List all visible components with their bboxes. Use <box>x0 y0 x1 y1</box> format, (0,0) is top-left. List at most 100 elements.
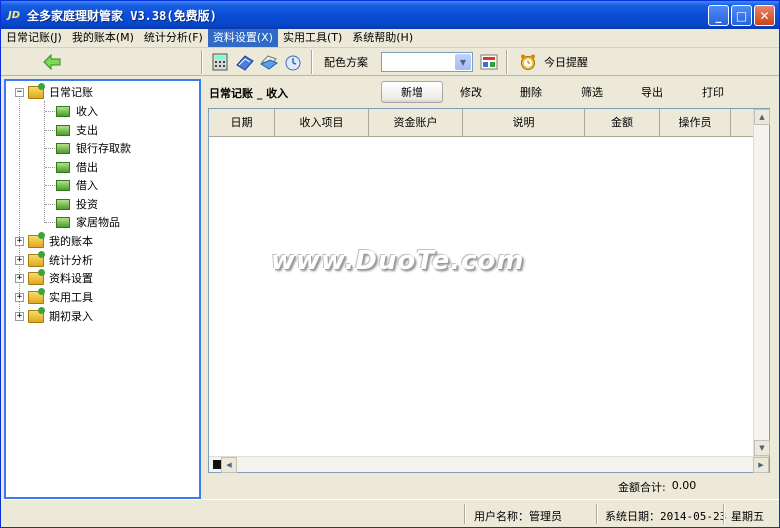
calculator-icon[interactable] <box>210 52 230 72</box>
folder-icon <box>28 287 45 304</box>
color-scheme-select[interactable]: ▼ <box>381 52 473 72</box>
today-reminder-button[interactable]: 今日提醒 <box>544 54 588 70</box>
column-header-note[interactable]: 说明 <box>463 109 585 137</box>
column-header-amount[interactable]: 金额 <box>585 109 660 137</box>
vertical-scrollbar[interactable]: ▲ ▼ <box>753 109 770 456</box>
close-button[interactable]: ✕ <box>754 5 775 26</box>
breadcrumb: 日常记账 _ 收入 <box>209 87 289 100</box>
maximize-button[interactable]: □ <box>731 5 752 26</box>
tree-item-label: 日常记账 <box>49 86 93 99</box>
status-bar: 用户名称：管理员 系统日期：2014-05-23 星期五 <box>1 499 779 527</box>
menu-accounts[interactable]: 我的账本(M) <box>67 29 139 47</box>
toolbar-separator <box>201 50 203 74</box>
expand-icon[interactable]: + <box>15 255 24 265</box>
menu-stats[interactable]: 统计分析(F) <box>139 29 208 47</box>
menu-settings[interactable]: 资料设置(X) <box>207 29 278 47</box>
alarm-clock-icon[interactable] <box>518 52 538 72</box>
tree-item-stats[interactable]: + 统计分析 <box>15 250 93 269</box>
column-header-date[interactable]: 日期 <box>209 109 275 137</box>
tree-item-bank[interactable]: 银行存取款 <box>56 139 131 157</box>
leaf-icon <box>56 179 70 191</box>
filter-button[interactable]: 筛选 <box>574 81 610 103</box>
total-label: 金额合计: <box>618 481 666 494</box>
column-header-account[interactable]: 资金账户 <box>369 109 463 137</box>
tree-item-invest[interactable]: 投资 <box>56 195 98 213</box>
tree-item-daily[interactable]: − 日常记账 <box>15 82 93 101</box>
scroll-right-icon[interactable]: ▶ <box>753 457 769 473</box>
leaf-icon <box>56 105 70 117</box>
app-icon: JD <box>7 9 21 21</box>
tree-item-income[interactable]: 收入 <box>56 102 98 120</box>
tree-item-expense[interactable]: 支出 <box>56 121 98 139</box>
nav-tree: − 日常记账 收入 支出 银行存取款 借出 借入 投资 家居物品 + 我的账本 … <box>4 79 201 499</box>
window-title: 全多家庭理财管家 V3.38(免费版) <box>27 8 217 23</box>
status-user: 用户名称：管理员 <box>474 510 562 523</box>
tree-item-label: 银行存取款 <box>76 142 131 155</box>
column-header-filler <box>731 109 755 137</box>
leaf-icon <box>56 216 70 228</box>
printer-icon[interactable] <box>259 52 279 72</box>
toolbar-separator <box>506 50 508 74</box>
expand-icon[interactable]: + <box>15 273 24 283</box>
tree-item-tools[interactable]: + 实用工具 <box>15 287 93 306</box>
tree-item-accounts[interactable]: + 我的账本 <box>15 231 93 250</box>
back-arrow-icon[interactable] <box>41 52 63 72</box>
chevron-down-icon[interactable]: ▼ <box>455 54 471 70</box>
menu-tools[interactable]: 实用工具(T) <box>278 29 347 47</box>
tree-item-label: 我的账本 <box>49 235 93 248</box>
status-separator <box>464 504 466 524</box>
tree-item-opening[interactable]: + 期初录入 <box>15 306 93 325</box>
tree-item-label: 统计分析 <box>49 254 93 267</box>
expand-icon[interactable]: + <box>15 292 24 302</box>
leaf-icon <box>56 124 70 136</box>
income-table[interactable]: 日期 收入项目 资金账户 说明 金额 操作员 ▲ ▼ ◀ ▶ <box>208 108 770 473</box>
column-header-operator[interactable]: 操作员 <box>660 109 731 137</box>
scroll-left-icon[interactable]: ◀ <box>221 457 237 473</box>
tree-item-settings[interactable]: + 资料设置 <box>15 268 93 287</box>
tree-item-household[interactable]: 家居物品 <box>56 213 120 231</box>
notebook-icon[interactable] <box>235 52 255 72</box>
tree-item-lend[interactable]: 借出 <box>56 158 98 176</box>
scroll-down-icon[interactable]: ▼ <box>754 440 770 456</box>
menu-daily[interactable]: 日常记账(J) <box>1 29 67 47</box>
status-separator <box>723 504 725 524</box>
tree-item-label: 收入 <box>76 105 98 118</box>
edit-button[interactable]: 修改 <box>453 81 489 103</box>
tree-item-label: 借出 <box>76 161 98 174</box>
content-header: 日常记账 _ 收入 新增 修改 删除 筛选 导出 打印 <box>205 79 779 105</box>
scroll-up-icon[interactable]: ▲ <box>754 109 770 125</box>
horizontal-scrollbar[interactable]: ◀ ▶ <box>209 456 769 473</box>
title-bar[interactable]: JD 全多家庭理财管家 V3.38(免费版) _ □ ✕ <box>1 1 779 29</box>
tree-item-borrow[interactable]: 借入 <box>56 176 98 194</box>
folder-icon <box>28 82 45 99</box>
tree-item-label: 实用工具 <box>49 291 93 304</box>
menu-bar: 日常记账(J) 我的账本(M) 统计分析(F) 资料设置(X) 实用工具(T) … <box>1 29 779 48</box>
color-scheme-label: 配色方案 <box>324 56 368 69</box>
print-button[interactable]: 打印 <box>695 81 731 103</box>
status-weekday: 星期五 <box>731 510 764 523</box>
status-date: 系统日期：2014-05-23 <box>605 510 727 523</box>
expand-icon[interactable]: + <box>15 311 24 321</box>
collapse-icon[interactable]: − <box>15 87 24 97</box>
folder-icon <box>28 231 45 248</box>
tree-item-label: 投资 <box>76 198 98 211</box>
tree-item-label: 借入 <box>76 179 98 192</box>
clock-icon[interactable] <box>283 52 303 72</box>
column-header-item[interactable]: 收入项目 <box>275 109 369 137</box>
tree-item-label: 期初录入 <box>49 310 93 323</box>
expand-icon[interactable]: + <box>15 236 24 246</box>
total-value: 0.00 <box>671 479 697 492</box>
delete-button[interactable]: 删除 <box>513 81 549 103</box>
palette-icon[interactable] <box>479 52 499 72</box>
minimize-button[interactable]: _ <box>708 5 729 26</box>
app-window: JD 全多家庭理财管家 V3.38(免费版) _ □ ✕ 日常记账(J) 我的账… <box>0 0 780 528</box>
scroll-thumb[interactable] <box>213 460 221 469</box>
tree-item-label: 资料设置 <box>49 272 93 285</box>
leaf-icon <box>56 142 70 154</box>
leaf-icon <box>56 161 70 173</box>
export-button[interactable]: 导出 <box>634 81 670 103</box>
tree-item-label: 支出 <box>76 124 98 137</box>
folder-icon <box>28 268 45 285</box>
menu-help[interactable]: 系统帮助(H) <box>347 29 418 47</box>
add-button[interactable]: 新增 <box>381 81 443 103</box>
